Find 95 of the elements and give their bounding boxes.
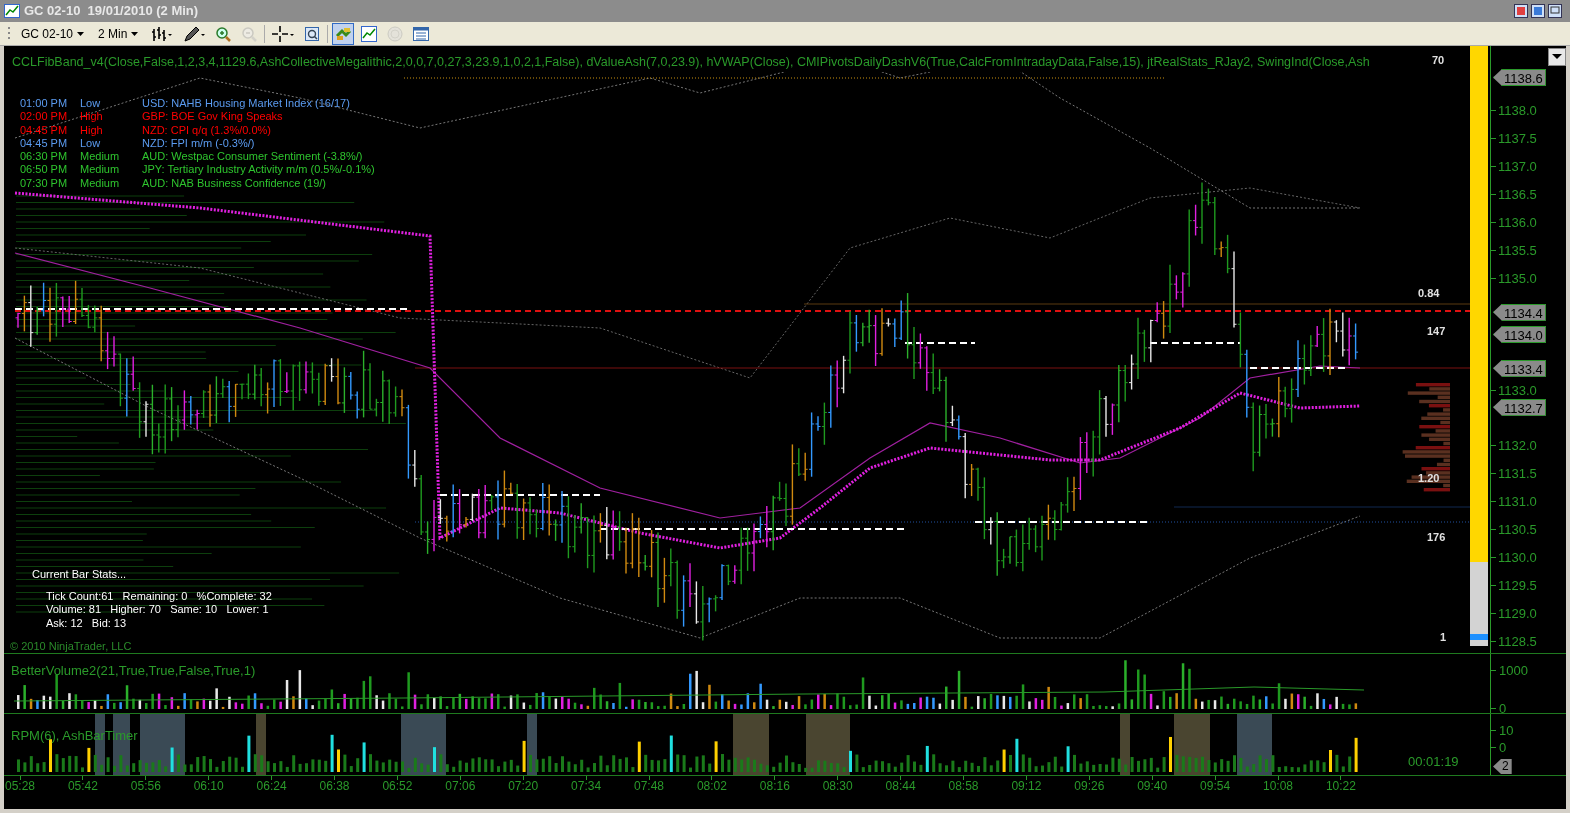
stats-line: Tick Count:61 Remaining: 0 %Complete: 32 [45,589,272,603]
event-title: JPY: Tertiary Industry Activity m/m (0.5%/-0.1%) [142,163,375,177]
axis-label: 1130.0 [1498,551,1537,565]
axis-label: 1133.0 [1498,383,1537,397]
event-time: 04:45 PM [20,136,69,151]
stats-value: 1 [1440,630,1447,645]
event-time: 02:00 PM [20,110,69,124]
time-label: 09:40 [1136,780,1169,792]
time-label: 06:24 [255,780,288,792]
axis-label: 1135.0 [1498,271,1537,285]
event-impact: Low [80,97,102,111]
price-marker: 1134.4 [1493,303,1546,321]
stats-value: 147 [1427,324,1446,339]
stats-title: Current Bar Stats... [32,568,128,582]
event-impact: Low [80,136,102,151]
caret-icon [131,31,139,36]
event-time: 04:45 PM [20,123,69,137]
time-label: 08:16 [758,780,791,792]
caret-icon [77,31,85,36]
time-label: 06:10 [192,780,225,792]
axis-label: 1137.0 [1498,159,1537,173]
time-label: 09:54 [1199,780,1232,792]
time-label: 08:58 [947,780,980,792]
price-marker: 1133.4 [1493,359,1546,377]
event-time: 06:50 PM [20,163,69,177]
time-label: 10:08 [1262,780,1294,792]
stats-line: Ask: 12 Bid: 13 [45,616,128,630]
axis-label: 1131.0 [1498,495,1537,509]
bar-timer-text: 00:01:19 [1408,753,1459,771]
window-button-icon[interactable] [1548,4,1562,18]
stats-value: 70 [1432,53,1445,68]
time-label: 08:30 [821,780,854,792]
event-time: 06:30 PM [20,150,69,164]
event-impact: Medium [80,150,121,164]
chart-icon [4,4,20,18]
time-label: 10:22 [1324,780,1357,792]
link-button[interactable] [332,22,355,45]
price-marker: 1132.7 [1493,398,1546,416]
axis-label: 1135.5 [1498,243,1537,257]
time-label: 05:42 [66,780,99,792]
axis-label: 1128.5 [1498,635,1537,649]
stats-line: Volume: 81 Higher: 70 Same: 10 Lower: 1 [45,603,270,617]
time-label: 09:12 [1010,780,1043,792]
stats-value: 1.20 [1418,471,1440,486]
axis-label: 1130.5 [1498,523,1537,537]
time-label: 06:52 [381,780,414,792]
axis-label: 1138.0 [1498,104,1537,117]
event-title: USD: NAHB Housing Market Index (16/17) [142,97,350,111]
window-button-icon[interactable] [1514,4,1528,18]
meter-segment [1470,634,1488,640]
event-impact: Medium [80,163,121,177]
window-button-icon[interactable] [1531,4,1545,18]
event-time: 07:30 PM [20,176,69,191]
indicator-label: RPM(6), AshBarTimer [11,727,138,745]
window-title: GC 02-10 19/01/2010 (2 Min) [24,2,199,21]
axis-label: 1132.0 [1498,439,1537,453]
interval-dropdown[interactable]: 2 Min [94,24,143,43]
time-label: 05:56 [129,780,162,792]
time-label: 05:28 [4,780,36,792]
event-time: 01:00 PM [20,97,69,111]
axis-label: 1136.5 [1498,187,1537,201]
time-label: 07:48 [633,780,665,792]
time-label: 06:38 [318,780,351,792]
axis-label: 1131.5 [1498,467,1537,481]
copyright-text: © 2010 NinjaTrader, LLC [10,639,132,654]
time-label: 07:20 [507,780,540,792]
event-title: GBP: BOE Gov King Speaks [142,110,283,124]
stats-value: 0.84 [1418,286,1440,301]
price-marker: 1134.0 [1493,326,1546,344]
time-label: 07:34 [570,780,603,792]
time-label: 08:02 [695,780,728,792]
stats-value: 176 [1427,530,1446,545]
event-title: NZD: CPI q/q (1.3%/0.0%) [142,123,271,137]
time-label: 07:06 [444,780,477,792]
event-title: AUD: NAB Business Confidence (19/) [142,176,327,191]
axis-label: 0 [1499,741,1507,754]
axis-label: 1137.5 [1498,131,1537,145]
axis-label: 1129.0 [1498,607,1537,621]
axis-label: 1136.0 [1498,215,1537,229]
event-title: AUD: Westpac Consumer Sentiment (-3.8%/) [142,150,363,164]
axis-label: 1129.5 [1498,579,1537,593]
time-label: 09:26 [1073,780,1106,792]
event-title: NZD: FPI m/m (-0.3%/) [142,136,255,151]
event-impact: High [80,110,104,124]
event-impact: Medium [80,176,121,191]
axis-label: 10 [1499,724,1514,737]
price-marker: 1138.6 [1493,68,1546,86]
axis-label: 1000 [1499,664,1528,677]
axis-label: 0 [1499,702,1507,715]
event-impact: High [80,123,104,137]
time-label: 08:44 [884,780,917,792]
grip-icon [8,25,11,42]
indicator-label: BetterVolume2(21,True,True,False,True,1) [11,662,256,680]
instrument-dropdown[interactable]: GC 02-10 [17,24,89,43]
value-marker: 2 [1493,759,1512,774]
